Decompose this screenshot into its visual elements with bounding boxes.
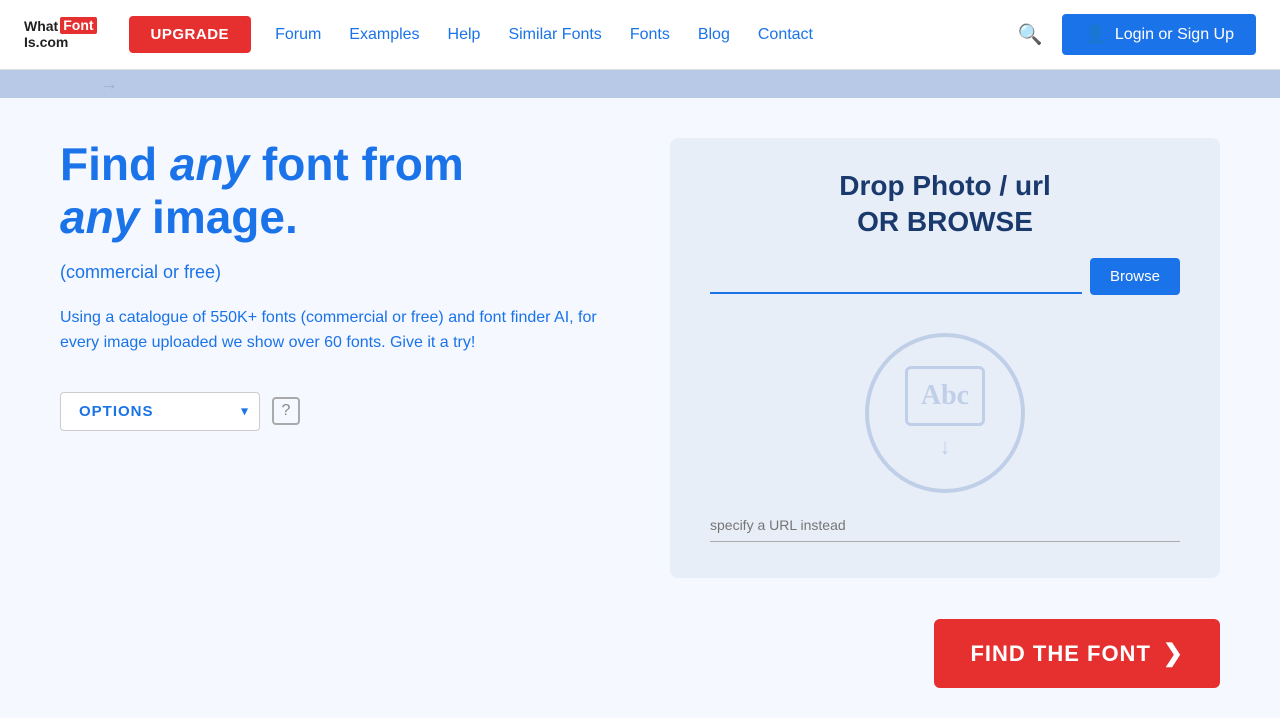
abc-box-icon: Abc bbox=[905, 366, 985, 426]
upload-circle-icon: Abc ↓ bbox=[865, 333, 1025, 493]
upgrade-button[interactable]: UPGRADE bbox=[129, 16, 252, 53]
drop-title: Drop Photo / url bbox=[839, 170, 1051, 202]
blue-banner: → bbox=[0, 70, 1280, 98]
url-input-row bbox=[710, 517, 1180, 542]
right-side: Drop Photo / url OR BROWSE Browse Abc ↓ bbox=[670, 138, 1220, 589]
heading-any2: any bbox=[60, 191, 139, 243]
heading-image: image. bbox=[139, 191, 298, 243]
logo[interactable]: What Font Is.com bbox=[24, 17, 97, 52]
nav: Forum Examples Help Similar Fonts Fonts … bbox=[275, 26, 1013, 44]
nav-fonts[interactable]: Fonts bbox=[630, 26, 670, 44]
nav-similar-fonts[interactable]: Similar Fonts bbox=[508, 26, 601, 44]
question-mark-icon: ? bbox=[282, 402, 291, 420]
nav-forum[interactable]: Forum bbox=[275, 26, 321, 44]
search-button[interactable]: 🔍 bbox=[1013, 18, 1046, 51]
arrow-right-icon: ❯ bbox=[1163, 639, 1184, 668]
nav-examples[interactable]: Examples bbox=[349, 26, 419, 44]
content-area: Find any font from any image. (commercia… bbox=[0, 98, 1280, 629]
nav-blog[interactable]: Blog bbox=[698, 26, 730, 44]
drop-or-browse: OR BROWSE bbox=[857, 206, 1033, 238]
header-right: 🔍 👤 Login or Sign Up bbox=[1013, 14, 1256, 55]
find-font-button[interactable]: FIND THE FONT ❯ bbox=[934, 619, 1220, 688]
options-select[interactable]: OPTIONS bbox=[60, 392, 260, 431]
main-heading: Find any font from any image. bbox=[60, 138, 610, 244]
main-container: Find any font from any image. (commercia… bbox=[0, 98, 1280, 718]
download-arrow-icon: ↓ bbox=[940, 434, 951, 460]
nav-contact[interactable]: Contact bbox=[758, 26, 813, 44]
description: Using a catalogue of 550K+ fonts (commer… bbox=[60, 305, 610, 356]
options-bar: OPTIONS ▾ ? bbox=[60, 392, 610, 431]
logo-what-text: What bbox=[24, 19, 58, 33]
find-font-section: FIND THE FONT ❯ bbox=[0, 619, 1280, 718]
header: What Font Is.com UPGRADE Forum Examples … bbox=[0, 0, 1280, 70]
url-input[interactable] bbox=[710, 517, 1180, 533]
nav-help[interactable]: Help bbox=[448, 26, 481, 44]
abc-text-icon: Abc bbox=[921, 380, 969, 412]
heading-font-from: font from bbox=[249, 138, 464, 190]
options-wrapper: OPTIONS ▾ bbox=[60, 392, 260, 431]
logo-iscom-text: Is.com bbox=[24, 34, 68, 50]
search-icon: 🔍 bbox=[1017, 24, 1042, 46]
browse-button[interactable]: Browse bbox=[1090, 258, 1180, 295]
upload-icon-area: Abc ↓ bbox=[865, 333, 1025, 493]
drop-zone[interactable]: Drop Photo / url OR BROWSE Browse Abc ↓ bbox=[670, 138, 1220, 578]
banner-arrow-icon: → bbox=[100, 74, 118, 95]
subtitle: (commercial or free) bbox=[60, 262, 610, 283]
heading-find: Find bbox=[60, 138, 170, 190]
help-icon-button[interactable]: ? bbox=[272, 397, 300, 425]
person-icon: 👤 bbox=[1084, 24, 1106, 45]
login-button[interactable]: 👤 Login or Sign Up bbox=[1062, 14, 1256, 55]
browse-input[interactable] bbox=[710, 260, 1082, 294]
left-side: Find any font from any image. (commercia… bbox=[60, 138, 610, 589]
login-label: Login or Sign Up bbox=[1115, 26, 1234, 44]
logo-font-text: Font bbox=[60, 17, 96, 34]
heading-any1: any bbox=[170, 138, 249, 190]
browse-row: Browse bbox=[710, 258, 1180, 295]
find-font-label: FIND THE FONT bbox=[970, 641, 1150, 667]
